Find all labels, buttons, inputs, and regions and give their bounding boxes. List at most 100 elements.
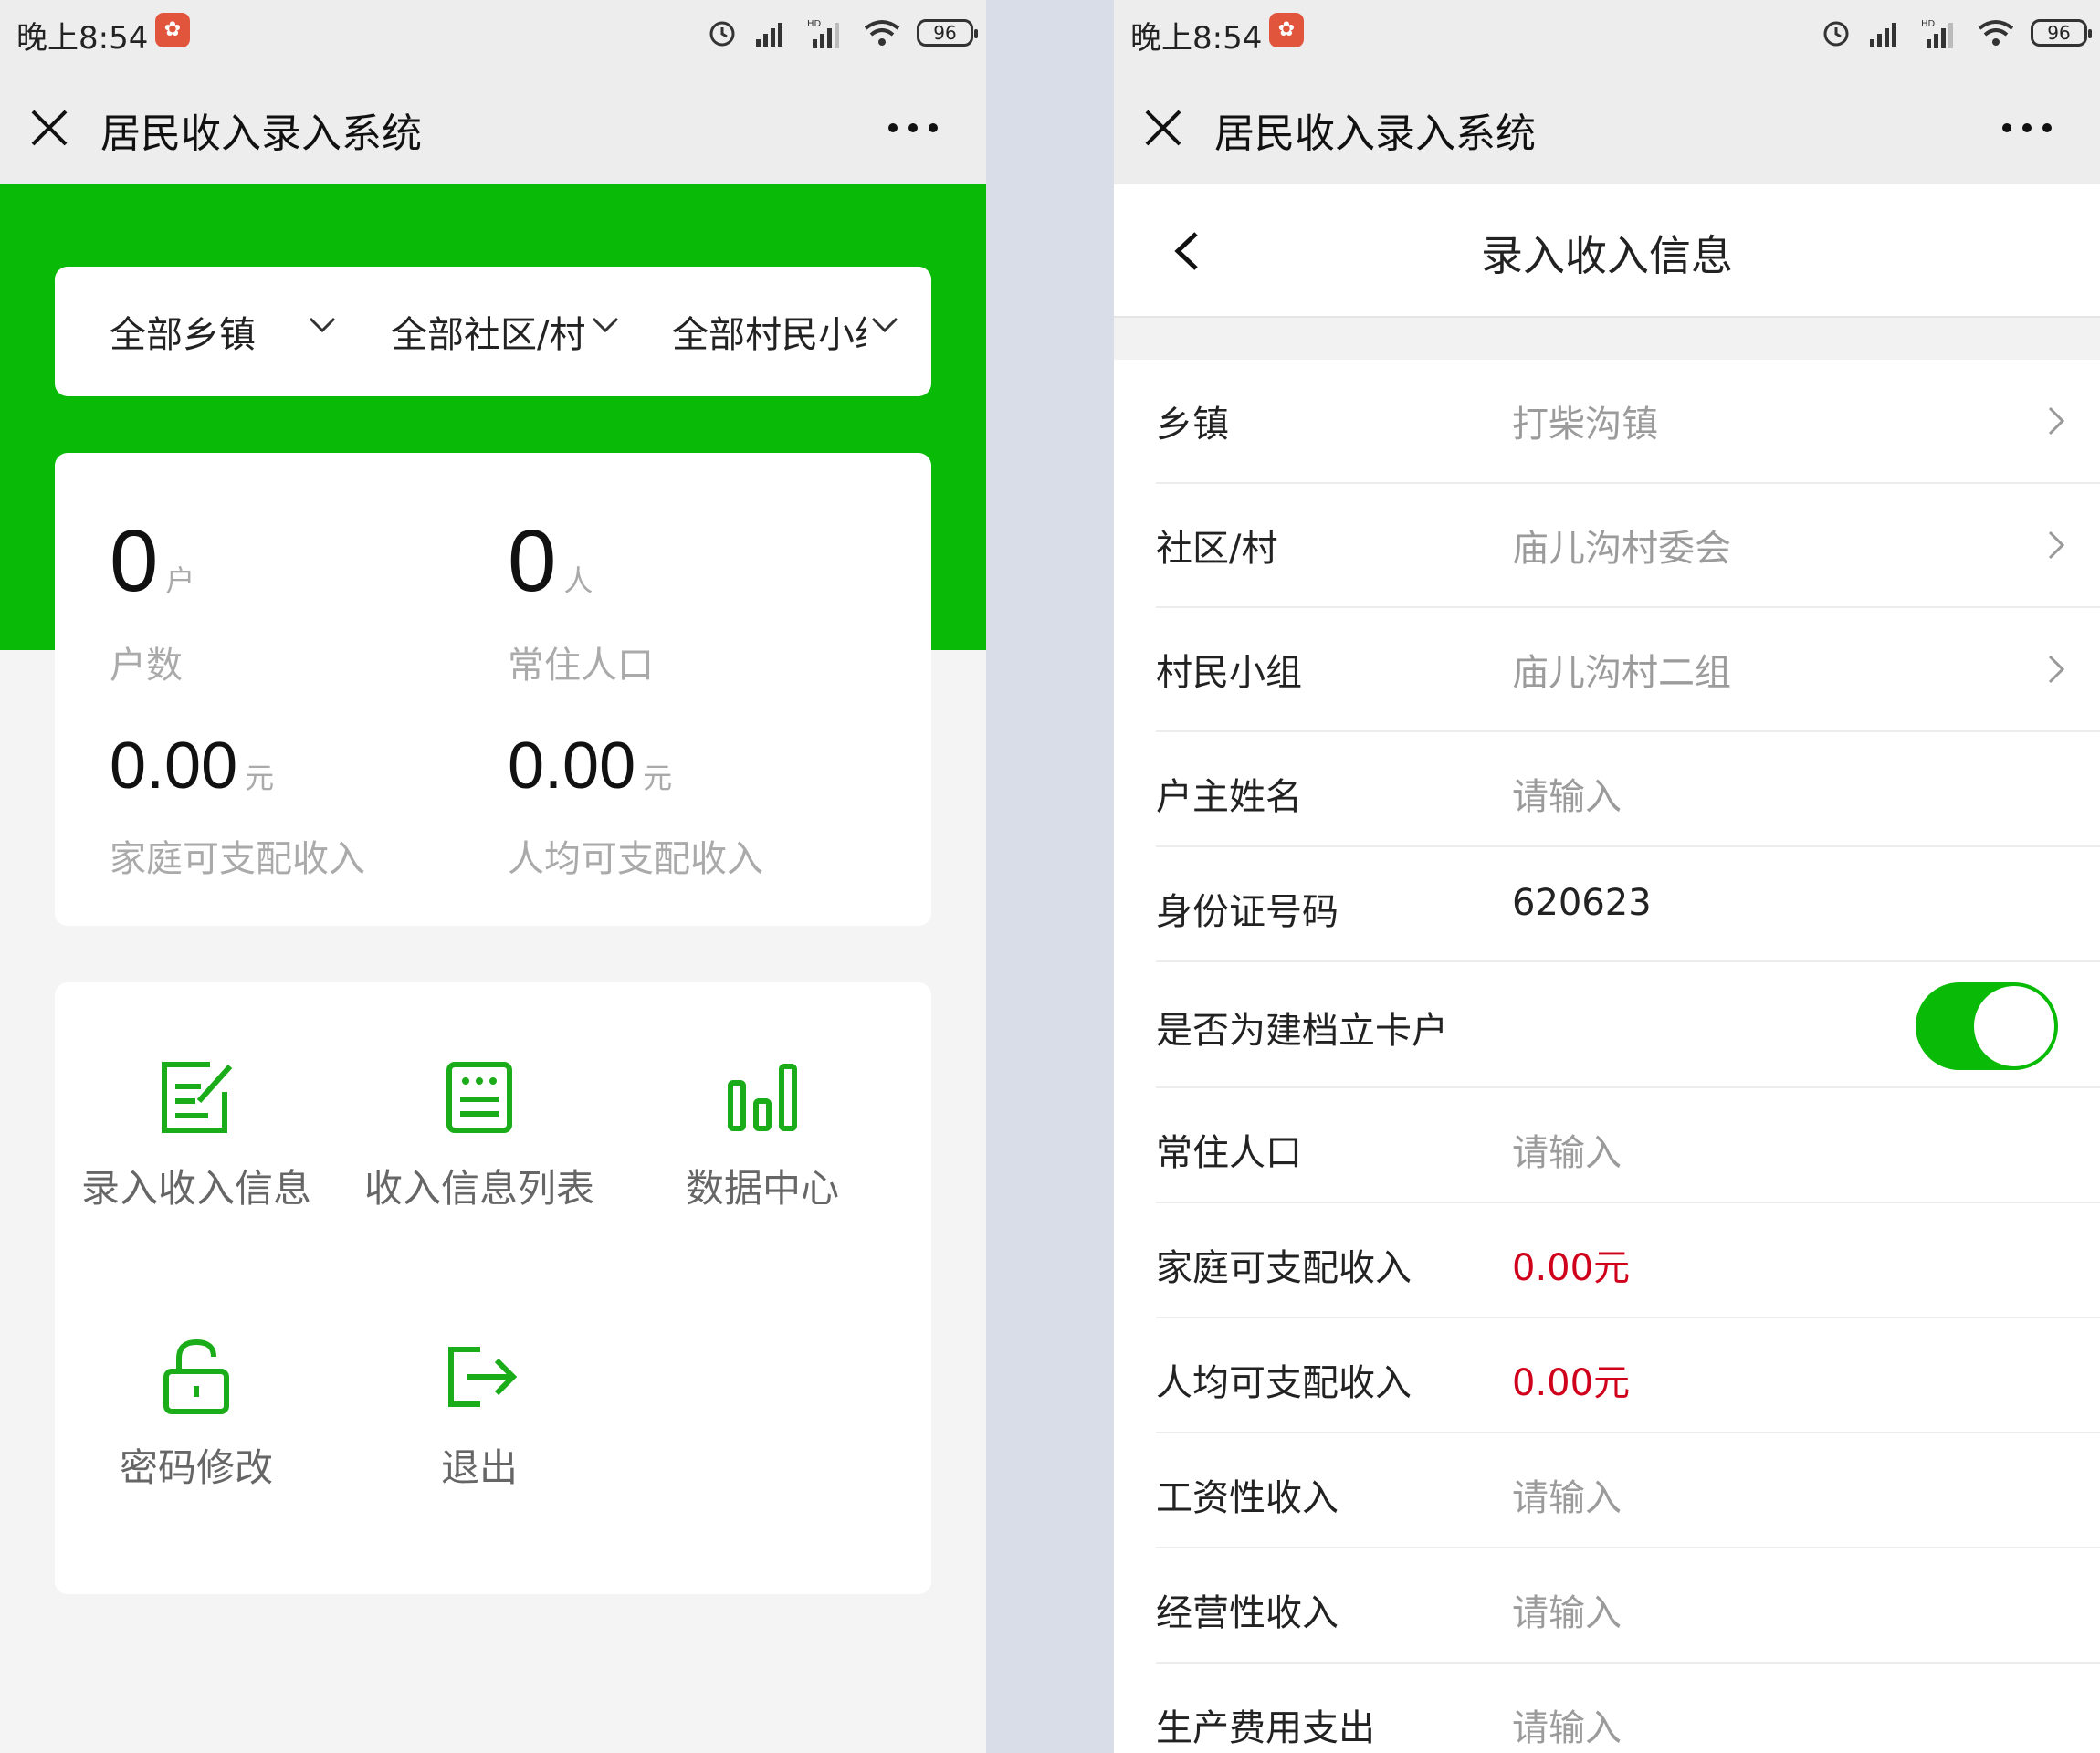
alarm-icon xyxy=(709,21,735,47)
group-filter[interactable]: 全部村民小组 xyxy=(672,305,866,358)
wage-income-label: 工资性收入 xyxy=(1156,1477,1339,1519)
close-icon[interactable] xyxy=(27,106,71,150)
notification-app-icon: ✿ xyxy=(1269,13,1304,47)
village-field-label: 社区/村 xyxy=(1156,528,1278,570)
stats-card: 0户 户数 0人 常住人口 0.00 元 家庭可支配收入 0.00 元 人均可支配收… xyxy=(55,453,931,926)
householder-name-field[interactable]: 户主姓名 请输入 xyxy=(1156,732,2100,847)
svg-text:HD: HD xyxy=(807,19,822,29)
section-divider xyxy=(1114,318,2100,360)
per-capita-income: 0.00 元 xyxy=(508,729,672,803)
toggle-knob xyxy=(1974,986,2054,1066)
registered-poor-household-label: 是否为建档立卡户 xyxy=(1156,1010,1448,1052)
wage-income-input[interactable]: 请输入 xyxy=(1512,1468,1622,1521)
business-income-input[interactable]: 请输入 xyxy=(1512,1583,1622,1636)
chevron-down-icon xyxy=(309,317,336,333)
hd-signal-icon: HD xyxy=(1921,19,1953,48)
township-filter[interactable]: 全部乡镇 xyxy=(110,305,256,358)
household-count: 0户 xyxy=(110,511,194,612)
page-header: 录入收入信息 xyxy=(1114,184,2100,318)
householder-name-label: 户主姓名 xyxy=(1156,776,1302,818)
signal-icon xyxy=(756,23,782,47)
signal-icon xyxy=(1870,23,1896,47)
resident-population-label: 常住人口 xyxy=(508,645,654,687)
id-number-label: 身份证号码 xyxy=(1156,891,1339,933)
notification-app-icon: ✿ xyxy=(155,13,190,47)
resident-population-field[interactable]: 常住人口 请输入 xyxy=(1156,1088,2100,1203)
per-capita-income-unit: 元 xyxy=(643,761,673,795)
status-icons: HD 96 xyxy=(707,13,978,53)
menu-change-password-label: 密码修改 xyxy=(119,1445,273,1490)
function-menu: 录入收入信息 收入信息列表 数据中心 密码修改 退出 xyxy=(55,982,931,1594)
menu-data-center-label: 数据中心 xyxy=(685,1166,839,1211)
business-income-field[interactable]: 经营性收入 请输入 xyxy=(1156,1548,2100,1664)
logout-icon xyxy=(448,1347,518,1407)
household-count-unit: 户 xyxy=(165,563,195,598)
status-time: 晚上8:54 xyxy=(1130,20,1263,57)
household-count-value: 0 xyxy=(110,512,159,610)
menu-income-list-label: 收入信息列表 xyxy=(363,1166,594,1211)
title-bar: 居民收入录入系统 xyxy=(0,64,986,184)
villager-group-field-label: 村民小组 xyxy=(1156,652,1302,694)
filter-bar: 全部乡镇 全部社区/村 全部村民小组 xyxy=(55,267,931,396)
edit-icon xyxy=(162,1062,233,1133)
status-bar: 晚上8:54 ✿ HD 96 xyxy=(0,0,986,64)
village-field-value: 庙儿沟村委会 xyxy=(1512,528,1731,570)
more-options-icon[interactable] xyxy=(2000,119,2054,137)
household-income-label: 家庭可支配收入 xyxy=(110,838,365,880)
id-number-field[interactable]: 身份证号码 620623 xyxy=(1156,847,2100,962)
chevron-right-icon xyxy=(2048,655,2065,684)
status-bar: 晚上8:54 ✿ HD 96 xyxy=(1114,0,2100,64)
resident-population-field-label: 常住人口 xyxy=(1156,1132,1302,1174)
village-filter[interactable]: 全部社区/村 xyxy=(391,305,584,358)
household-income: 0.00 元 xyxy=(110,729,274,803)
wage-income-field[interactable]: 工资性收入 请输入 xyxy=(1156,1433,2100,1548)
registered-poor-household-toggle[interactable] xyxy=(1916,982,2058,1070)
household-income-unit: 元 xyxy=(245,761,275,795)
villager-group-field-value: 庙儿沟村二组 xyxy=(1512,652,1731,694)
chevron-right-icon xyxy=(2048,530,2065,560)
battery-indicator: 96 xyxy=(2031,19,2092,47)
group-filter-label: 全部村民小组 xyxy=(672,314,866,356)
unlock-icon xyxy=(163,1338,229,1414)
resident-population-value: 0 xyxy=(508,512,557,610)
per-capita-income-label: 人均可支配收入 xyxy=(508,838,763,880)
village-field[interactable]: 社区/村 庙儿沟村委会 xyxy=(1156,484,2100,608)
household-income-value: 0.00 xyxy=(110,730,238,803)
per-capita-income-field-value: 0.00元 xyxy=(1512,1362,1631,1404)
resident-population: 0人 xyxy=(508,511,593,612)
householder-name-input[interactable]: 请输入 xyxy=(1512,767,1622,820)
township-field-value: 打柴沟镇 xyxy=(1512,404,1658,446)
status-icons: HD 96 xyxy=(1821,13,2092,53)
township-filter-label: 全部乡镇 xyxy=(110,314,256,356)
income-entry-form: 乡镇 打柴沟镇 社区/村 庙儿沟村委会 村民小组 庙儿沟村二组 户主姓名 请输入… xyxy=(1156,360,2100,1753)
production-expense-field[interactable]: 生产费用支出 请输入 xyxy=(1156,1664,2100,1753)
production-expense-label: 生产费用支出 xyxy=(1156,1707,1375,1749)
chevron-down-icon xyxy=(871,317,898,333)
menu-enter-income-label: 录入收入信息 xyxy=(80,1166,311,1211)
registered-poor-household-field: 是否为建档立卡户 xyxy=(1156,962,2100,1088)
close-icon[interactable] xyxy=(1141,106,1185,150)
svg-text:HD: HD xyxy=(1921,19,1936,29)
township-field[interactable]: 乡镇 打柴沟镇 xyxy=(1156,360,2100,484)
household-count-label: 户数 xyxy=(110,645,183,687)
per-capita-income-field: 人均可支配收入 0.00元 xyxy=(1156,1318,2100,1433)
production-expense-input[interactable]: 请输入 xyxy=(1512,1698,1622,1751)
home-screen: 晚上8:54 ✿ HD 96 居民收入录入系统 全部乡镇 全部社区/村 全部村民… xyxy=(0,0,986,1753)
household-income-field-label: 家庭可支配收入 xyxy=(1156,1247,1412,1289)
list-icon xyxy=(446,1062,512,1133)
more-options-icon[interactable] xyxy=(886,119,940,137)
wifi-icon xyxy=(864,20,900,46)
id-number-input[interactable]: 620623 xyxy=(1512,882,1652,924)
menu-income-list[interactable]: 收入信息列表 xyxy=(338,1055,621,1238)
resident-population-input[interactable]: 请输入 xyxy=(1512,1123,1622,1176)
menu-change-password[interactable]: 密码修改 xyxy=(55,1335,338,1517)
menu-logout[interactable]: 退出 xyxy=(338,1335,621,1517)
villager-group-field[interactable]: 村民小组 庙儿沟村二组 xyxy=(1156,608,2100,732)
township-field-label: 乡镇 xyxy=(1156,404,1229,446)
status-time: 晚上8:54 xyxy=(16,20,149,57)
menu-data-center[interactable]: 数据中心 xyxy=(621,1055,904,1238)
wifi-icon xyxy=(1978,20,2014,46)
menu-enter-income[interactable]: 录入收入信息 xyxy=(55,1055,338,1238)
app-title: 居民收入录入系统 xyxy=(100,110,422,157)
bar-chart-icon xyxy=(728,1064,797,1131)
